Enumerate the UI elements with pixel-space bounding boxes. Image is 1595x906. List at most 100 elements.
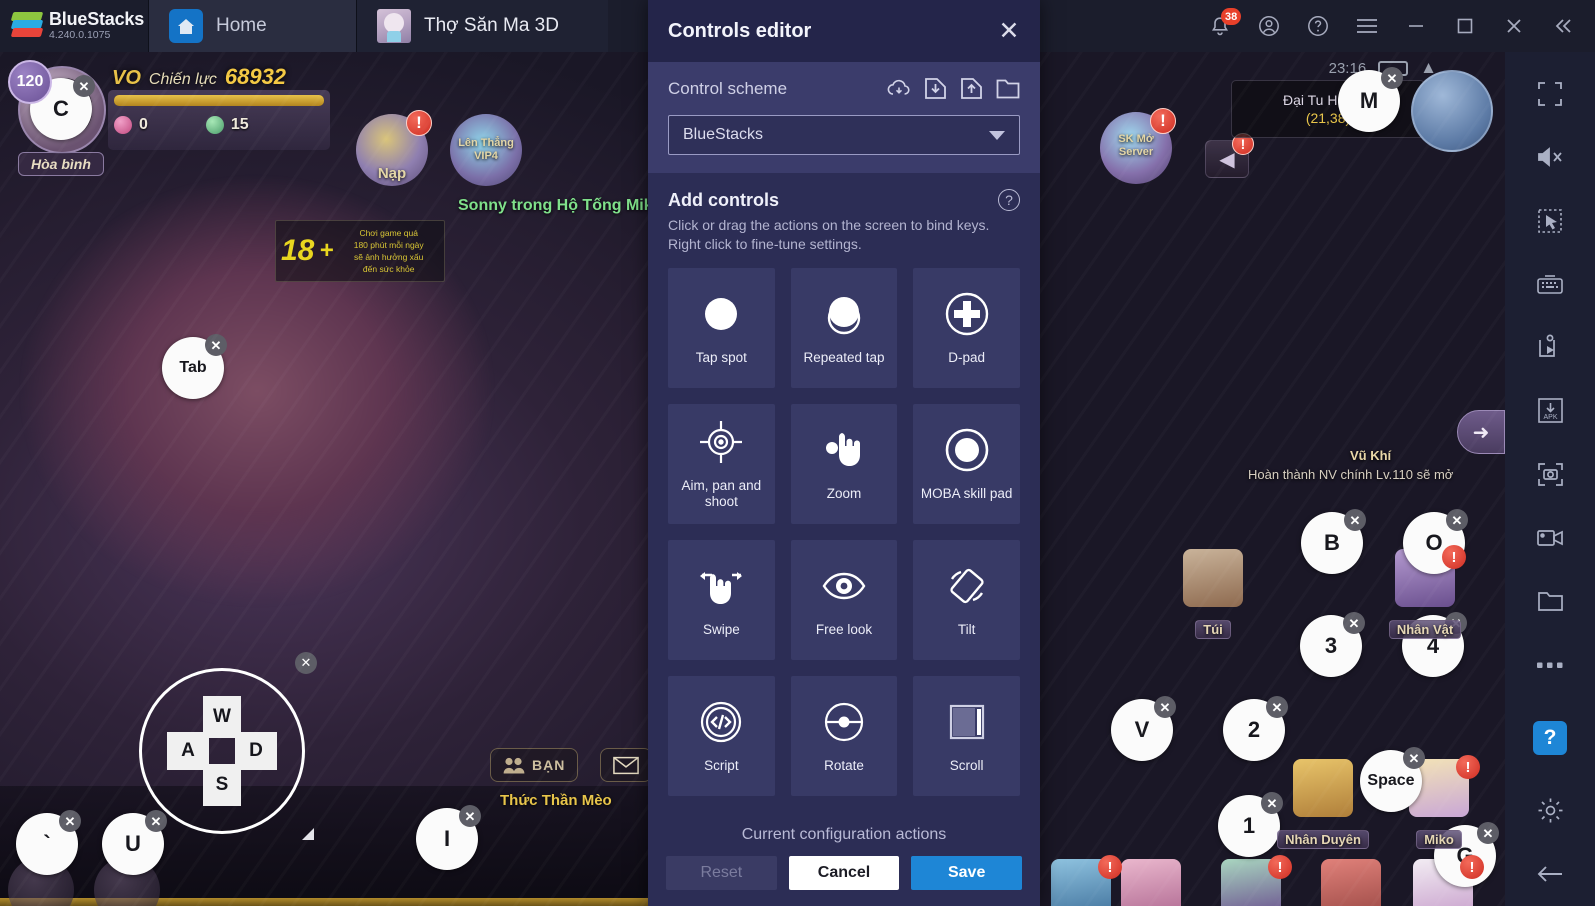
cancel-button[interactable]: Cancel	[788, 856, 900, 890]
key-binding-remove-icon[interactable]: ✕	[1446, 509, 1468, 531]
game-thumbnail	[377, 9, 411, 43]
key-binding-remove-icon[interactable]: ✕	[1344, 509, 1366, 531]
control-tile-tilt[interactable]: Tilt	[913, 540, 1020, 660]
quest-text: Hoàn thành NV chính Lv.110 sẽ mở	[1248, 467, 1454, 482]
mute-icon[interactable]	[1505, 125, 1595, 188]
keyboard-controls-icon[interactable]	[1505, 252, 1595, 315]
control-tile-moba-skill-pad[interactable]: MOBA skill pad	[913, 404, 1020, 524]
key-binding-tab[interactable]: Tab ✕	[162, 334, 227, 399]
record-video-icon[interactable]	[1505, 506, 1595, 569]
control-tile-rotate[interactable]: Rotate	[790, 676, 898, 796]
minimap-globe[interactable]	[1411, 70, 1493, 152]
game-chat-line: Sonny trong Hộ Tống Miko	[458, 197, 663, 214]
help-icon[interactable]	[1293, 0, 1342, 52]
control-tile-swipe[interactable]: Swipe	[668, 540, 775, 660]
tilt-icon	[944, 562, 990, 610]
expand-sidebar-tab[interactable]: ➜	[1457, 410, 1505, 454]
key-binding-remove-icon[interactable]: ✕	[1261, 792, 1283, 814]
settings-gear-icon[interactable]	[1505, 779, 1595, 842]
dpad-overlay[interactable]: W A D S ✕	[139, 652, 317, 840]
fullscreen-icon[interactable]	[1505, 62, 1595, 125]
recharge-alert-badge: !	[406, 110, 432, 136]
control-tile-aim-pan-shoot[interactable]: Aim, pan and shoot	[668, 404, 775, 524]
save-button[interactable]: Save	[911, 856, 1023, 890]
menu-tile-nhanduyen[interactable]: Nhân Duyên	[1277, 757, 1369, 849]
key-binding-remove-icon[interactable]: ✕	[1154, 696, 1176, 718]
key-binding-v[interactable]: V ✕	[1111, 696, 1176, 761]
controls-editor-dialog: Controls editor ✕ Control scheme BlueSta…	[648, 0, 1040, 906]
key-binding-remove-icon[interactable]: ✕	[1403, 747, 1425, 769]
peace-mode-badge[interactable]: Hòa bình	[18, 152, 104, 176]
close-icon[interactable]: ✕	[996, 18, 1022, 44]
key-binding-b[interactable]: B ✕	[1301, 509, 1366, 574]
back-arrow-icon[interactable]	[1505, 842, 1595, 905]
dpad-key-right[interactable]: D	[235, 732, 277, 770]
notifications-button[interactable]: 38	[1195, 0, 1244, 52]
control-tile-scroll[interactable]: Scroll	[913, 676, 1020, 796]
help-icon[interactable]: ?	[1533, 720, 1567, 755]
friends-button[interactable]: BẠN	[490, 748, 579, 782]
menu-tile-nguhon[interactable]: Ngự Hồn !	[1208, 855, 1294, 906]
key-binding-remove-icon[interactable]: ✕	[205, 334, 227, 356]
more-options-icon[interactable]	[1505, 633, 1595, 696]
control-tiles-scroll-area[interactable]: Tap spot Repeated tap D-pad Aim, pan and sh…	[648, 260, 1040, 816]
key-binding-1[interactable]: 1 ✕	[1218, 792, 1283, 857]
control-tile-script[interactable]: Script	[668, 676, 775, 796]
import-scheme-icon[interactable]	[923, 76, 948, 101]
server-event-button[interactable]: SK Mở Server !	[1100, 108, 1176, 184]
key-binding-3[interactable]: 3 ✕	[1300, 612, 1365, 677]
server-event-l1: SK Mở	[1118, 133, 1154, 145]
key-binding-remove-icon[interactable]: ✕	[145, 810, 167, 832]
key-binding-remove-icon[interactable]: ✕	[73, 75, 95, 97]
control-scheme-select[interactable]: BlueStacks	[668, 115, 1020, 155]
key-binding-remove-icon[interactable]: ✕	[1266, 696, 1288, 718]
control-tile-zoom[interactable]: Zoom	[790, 404, 898, 524]
close-icon[interactable]	[1489, 0, 1538, 52]
vip-upgrade-button[interactable]: Lên Thẳng VIP4	[450, 114, 522, 186]
export-scheme-icon[interactable]	[959, 76, 984, 101]
menu-tile-tui[interactable]: Túi	[1170, 547, 1256, 639]
mail-button[interactable]	[600, 748, 652, 782]
control-tile-repeated-tap[interactable]: Repeated tap	[790, 268, 898, 388]
minimize-icon[interactable]	[1391, 0, 1440, 52]
key-binding-2[interactable]: 2 ✕	[1223, 696, 1288, 761]
control-tile-dpad[interactable]: D-pad	[913, 268, 1020, 388]
menu-icon[interactable]	[1342, 0, 1391, 52]
tab-game[interactable]: Thợ Săn Ma 3D	[356, 0, 608, 52]
recharge-button[interactable]: Nạp !	[356, 110, 432, 186]
key-binding-u[interactable]: U ✕	[102, 810, 167, 875]
control-tile-tap-spot[interactable]: Tap spot	[668, 268, 775, 388]
open-folder-icon[interactable]	[995, 76, 1020, 101]
key-binding-remove-icon[interactable]: ✕	[1381, 67, 1403, 89]
key-binding-remove-icon[interactable]: ✕	[1343, 612, 1365, 634]
reset-button[interactable]: Reset	[666, 856, 777, 890]
key-binding-space[interactable]: Space ✕	[1360, 747, 1425, 812]
add-controls-subtitle-line2: Right click to fine-tune settings.	[668, 236, 862, 252]
tab-home[interactable]: Home	[148, 0, 356, 52]
account-icon[interactable]	[1244, 0, 1293, 52]
sidebar-item-help[interactable]: ?	[1505, 696, 1595, 779]
key-binding-remove-icon[interactable]: ✕	[59, 810, 81, 832]
key-binding-i[interactable]: I ✕	[416, 805, 481, 870]
macro-recorder-icon[interactable]	[1505, 316, 1595, 379]
key-binding-remove-icon[interactable]: ✕	[459, 805, 481, 827]
media-folder-icon[interactable]	[1505, 570, 1595, 633]
collapse-icon[interactable]	[1538, 0, 1587, 52]
dpad-key-down[interactable]: S	[203, 764, 241, 806]
key-binding-backtick[interactable]: ` ✕	[16, 810, 81, 875]
screenshot-icon[interactable]	[1505, 443, 1595, 506]
cloud-sync-icon[interactable]	[887, 76, 912, 101]
add-controls-header: Add controls ?	[668, 189, 1020, 211]
help-icon[interactable]: ?	[998, 189, 1020, 211]
maximize-icon[interactable]	[1440, 0, 1489, 52]
install-apk-icon[interactable]: APK	[1505, 379, 1595, 442]
key-binding-remove-icon[interactable]: ✕	[1477, 822, 1499, 844]
dpad-resize-handle[interactable]	[302, 828, 314, 840]
control-tile-free-look[interactable]: Free look	[790, 540, 898, 660]
brand-name: BlueStacks	[49, 9, 145, 29]
menu-tile-hoi[interactable]: Hội	[1308, 857, 1394, 906]
dpad-remove-button[interactable]: ✕	[295, 652, 317, 674]
key-binding-m[interactable]: M ✕	[1338, 67, 1403, 132]
multi-select-icon[interactable]	[1505, 189, 1595, 252]
pet-label: Thức Thần Mèo	[500, 792, 612, 809]
